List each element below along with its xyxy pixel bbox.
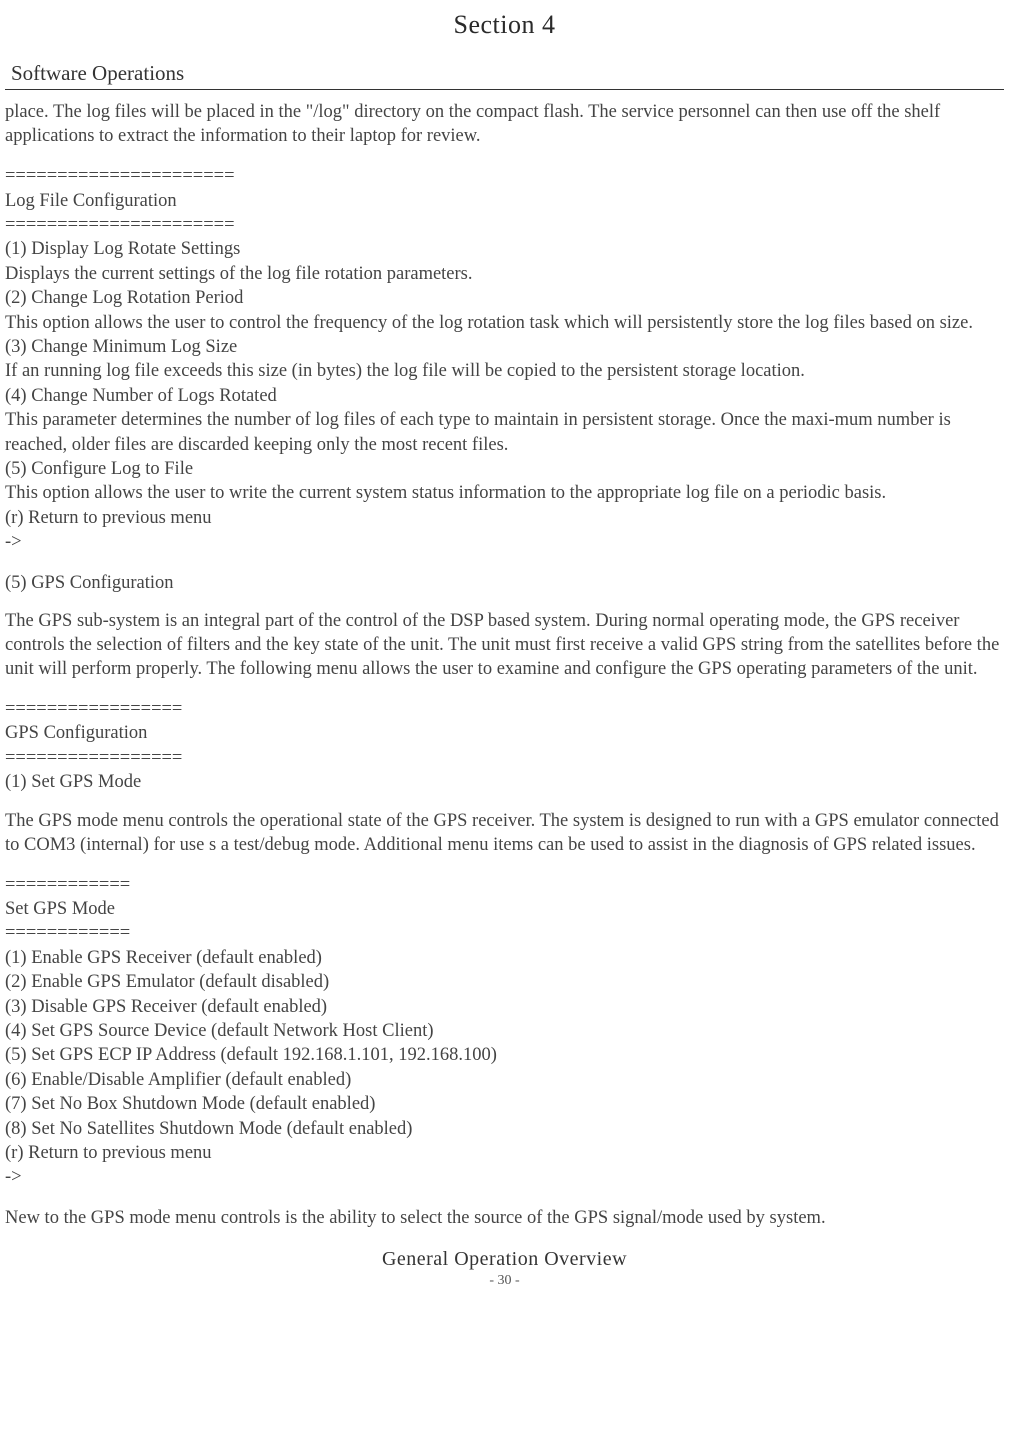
divider-text: ================= bbox=[5, 746, 1004, 770]
divider-text: ============ bbox=[5, 873, 1004, 897]
menu-item-desc: If an running log file exceeds this size… bbox=[5, 359, 1004, 383]
menu-item: (2) Change Log Rotation Period bbox=[5, 286, 1004, 310]
menu-item: (7) Set No Box Shutdown Mode (default en… bbox=[5, 1092, 1004, 1116]
footer-page-number: - 30 - bbox=[5, 1272, 1004, 1290]
gps-config-title: GPS Configuration bbox=[5, 721, 1004, 745]
menu-item: (4) Change Number of Logs Rotated bbox=[5, 384, 1004, 408]
menu-item-desc: This option allows the user to write the… bbox=[5, 481, 1004, 505]
menu-item-desc: This option allows the user to control t… bbox=[5, 311, 1004, 335]
log-config-title: Log File Configuration bbox=[5, 189, 1004, 213]
page-subtitle: Software Operations bbox=[11, 60, 1004, 87]
menu-item: (5) Configure Log to File bbox=[5, 457, 1004, 481]
gps-config-block: ================= GPS Configuration ====… bbox=[5, 697, 1004, 795]
menu-item-desc: Displays the current settings of the log… bbox=[5, 262, 1004, 286]
set-gps-mode-block: ============ Set GPS Mode ============ (… bbox=[5, 873, 1004, 1190]
divider-line bbox=[5, 89, 1004, 90]
page-footer: General Operation Overview - 30 - bbox=[5, 1246, 1004, 1290]
prompt-arrow: -> bbox=[5, 1165, 1004, 1189]
menu-item-desc: This parameter determines the number of … bbox=[5, 408, 1004, 457]
divider-text: ====================== bbox=[5, 213, 1004, 237]
menu-item-return: (r) Return to previous menu bbox=[5, 506, 1004, 530]
menu-item: (1) Enable GPS Receiver (default enabled… bbox=[5, 946, 1004, 970]
intro-paragraph: place. The log files will be placed in t… bbox=[5, 100, 1004, 148]
closing-paragraph: New to the GPS mode menu controls is the… bbox=[5, 1206, 1004, 1230]
menu-item: (3) Disable GPS Receiver (default enable… bbox=[5, 995, 1004, 1019]
gps-config-paragraph: The GPS sub-system is an integral part o… bbox=[5, 609, 1004, 681]
menu-item: (4) Set GPS Source Device (default Netwo… bbox=[5, 1019, 1004, 1043]
gps-mode-paragraph: The GPS mode menu controls the operation… bbox=[5, 809, 1004, 857]
menu-item-return: (r) Return to previous menu bbox=[5, 1141, 1004, 1165]
menu-item: (3) Change Minimum Log Size bbox=[5, 335, 1004, 359]
menu-item: (1) Set GPS Mode bbox=[5, 770, 1004, 794]
footer-title: General Operation Overview bbox=[5, 1246, 1004, 1272]
menu-item: (8) Set No Satellites Shutdown Mode (def… bbox=[5, 1117, 1004, 1141]
divider-text: ====================== bbox=[5, 164, 1004, 188]
log-file-config-block: ====================== Log File Configur… bbox=[5, 164, 1004, 555]
menu-item: (2) Enable GPS Emulator (default disable… bbox=[5, 970, 1004, 994]
menu-item: (6) Enable/Disable Amplifier (default en… bbox=[5, 1068, 1004, 1092]
divider-text: ============ bbox=[5, 921, 1004, 945]
set-gps-mode-title: Set GPS Mode bbox=[5, 897, 1004, 921]
menu-item: (5) Set GPS ECP IP Address (default 192.… bbox=[5, 1043, 1004, 1067]
divider-text: ================= bbox=[5, 697, 1004, 721]
menu-item: (1) Display Log Rotate Settings bbox=[5, 237, 1004, 261]
prompt-arrow: -> bbox=[5, 530, 1004, 554]
gps-config-heading: (5) GPS Configuration bbox=[5, 571, 1004, 595]
section-header: Section 4 bbox=[5, 8, 1004, 42]
